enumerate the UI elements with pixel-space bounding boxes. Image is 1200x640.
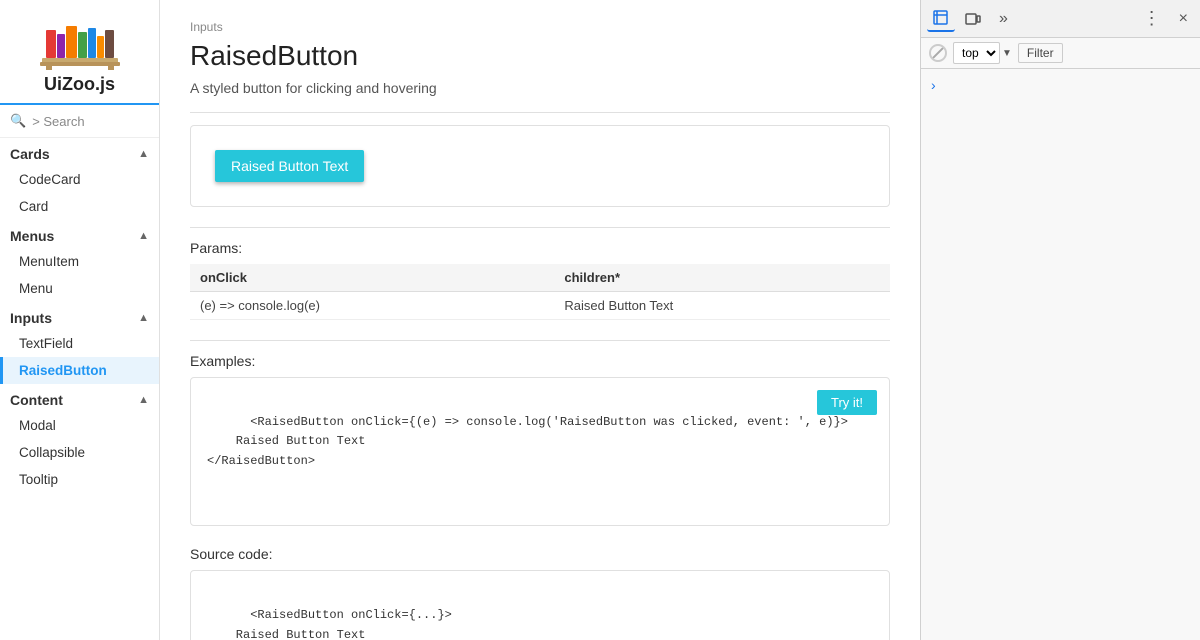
- logo-area: UiZoo.js: [0, 0, 159, 105]
- main-content: Inputs RaisedButton A styled button for …: [160, 0, 920, 640]
- params-col-children: children*: [554, 264, 890, 292]
- search-label: > Search: [32, 114, 84, 129]
- sidebar-item-card[interactable]: Card: [0, 193, 159, 220]
- card-label: Card: [19, 199, 48, 214]
- examples-code-box: <RaisedButton onClick={(e) => console.lo…: [190, 377, 890, 526]
- devtools-close-button[interactable]: ×: [1173, 8, 1194, 30]
- examples-section: Examples: <RaisedButton onClick={(e) => …: [190, 353, 890, 526]
- cards-section-label: Cards: [10, 146, 50, 162]
- sidebar-item-collapsible[interactable]: Collapsible: [0, 439, 159, 466]
- devtools-toolbar: » ⋮ ×: [921, 0, 1200, 38]
- tooltip-label: Tooltip: [19, 472, 58, 487]
- source-code-box: <RaisedButton onClick={...}> Raised Butt…: [190, 570, 890, 640]
- menuitem-label: MenuItem: [19, 254, 79, 269]
- inspect-element-button[interactable]: [927, 6, 955, 32]
- search-icon: 🔍: [10, 113, 26, 129]
- sidebar-section-content[interactable]: Content ▲: [0, 384, 159, 412]
- params-label: Params:: [190, 240, 890, 256]
- device-icon: [965, 11, 981, 27]
- sidebar-item-menu[interactable]: Menu: [0, 275, 159, 302]
- params-cell-children: Raised Button Text: [554, 292, 890, 320]
- sidebar-item-textfield[interactable]: TextField: [0, 330, 159, 357]
- divider-2: [190, 227, 890, 228]
- menus-section-label: Menus: [10, 228, 54, 244]
- sidebar-section-menus[interactable]: Menus ▲: [0, 220, 159, 248]
- filter-select-wrap: top ▼: [953, 42, 1012, 64]
- examples-code: <RaisedButton onClick={(e) => console.lo…: [207, 415, 848, 467]
- sidebar: UiZoo.js 🔍 > Search Cards ▲ CodeCard Car…: [0, 0, 160, 640]
- params-cell-onclick: (e) => console.log(e): [190, 292, 554, 320]
- devtools-panel: » ⋮ × top ▼ Filter ›: [920, 0, 1200, 640]
- raisedbutton-label: RaisedButton: [19, 363, 107, 378]
- frame-select[interactable]: top: [953, 42, 1000, 64]
- sidebar-item-codecard[interactable]: CodeCard: [0, 166, 159, 193]
- raised-button-demo[interactable]: Raised Button Text: [215, 150, 364, 182]
- menus-chevron-icon: ▲: [138, 230, 149, 242]
- sidebar-item-menuitem[interactable]: MenuItem: [0, 248, 159, 275]
- examples-label: Examples:: [190, 353, 890, 369]
- dropdown-arrow-icon: ▼: [1002, 48, 1012, 59]
- page-description: A styled button for clicking and hoverin…: [190, 80, 890, 96]
- expand-arrow-icon[interactable]: ›: [929, 75, 938, 95]
- sidebar-section-inputs[interactable]: Inputs ▲: [0, 302, 159, 330]
- modal-label: Modal: [19, 418, 56, 433]
- content-section-label: Content: [10, 392, 63, 408]
- devtools-more-button[interactable]: »: [991, 6, 1016, 32]
- devtools-content: ›: [921, 69, 1200, 640]
- params-col-onclick: onClick: [190, 264, 554, 292]
- sidebar-item-modal[interactable]: Modal: [0, 412, 159, 439]
- collapsible-label: Collapsible: [19, 445, 85, 460]
- devtools-filter-bar: top ▼ Filter: [921, 38, 1200, 69]
- source-label: Source code:: [190, 546, 890, 562]
- source-code: <RaisedButton onClick={...}> Raised Butt…: [207, 608, 452, 640]
- device-toggle-button[interactable]: [959, 7, 987, 31]
- divider-3: [190, 340, 890, 341]
- inputs-chevron-icon: ▲: [138, 312, 149, 324]
- source-section: Source code: <RaisedButton onClick={...}…: [190, 546, 890, 640]
- params-section: Params: onClick children* (e) => console…: [190, 240, 890, 320]
- inspect-icon: [933, 10, 949, 26]
- search-area[interactable]: 🔍 > Search: [0, 105, 159, 138]
- params-row: (e) => console.log(e) Raised Button Text: [190, 292, 890, 320]
- content-chevron-icon: ▲: [138, 394, 149, 406]
- cards-chevron-icon: ▲: [138, 148, 149, 160]
- params-table: onClick children* (e) => console.log(e) …: [190, 264, 890, 320]
- filter-button[interactable]: Filter: [1018, 43, 1063, 63]
- textfield-label: TextField: [19, 336, 73, 351]
- breadcrumb: Inputs: [190, 20, 890, 34]
- codecard-label: CodeCard: [19, 172, 81, 187]
- sidebar-item-raisedbutton[interactable]: RaisedButton: [0, 357, 159, 384]
- menu-label: Menu: [19, 281, 53, 296]
- app-title: UiZoo.js: [44, 74, 115, 95]
- demo-box: Raised Button Text: [190, 125, 890, 207]
- sidebar-item-tooltip[interactable]: Tooltip: [0, 466, 159, 493]
- divider-1: [190, 112, 890, 113]
- sidebar-section-cards[interactable]: Cards ▲: [0, 138, 159, 166]
- devtools-dots-button[interactable]: ⋮: [1135, 4, 1169, 33]
- logo-image: [40, 12, 120, 70]
- no-entry-icon: [929, 44, 947, 62]
- page-title: RaisedButton: [190, 40, 890, 72]
- inputs-section-label: Inputs: [10, 310, 52, 326]
- try-it-button[interactable]: Try it!: [817, 390, 877, 415]
